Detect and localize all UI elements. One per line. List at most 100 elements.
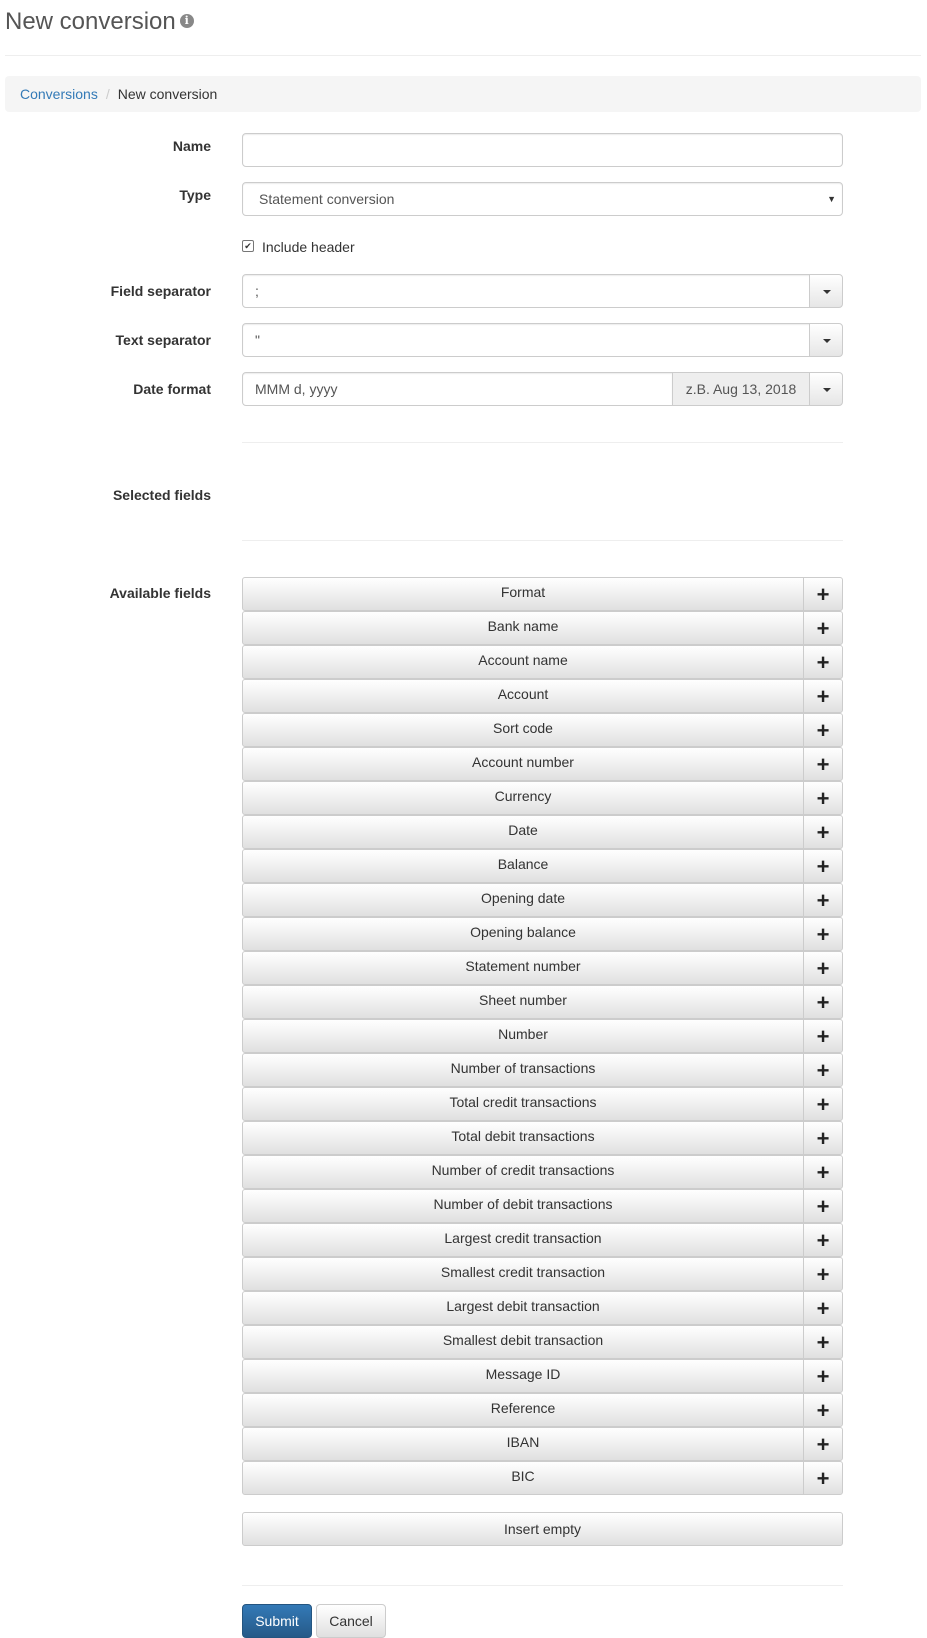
- select-arrow-icon: ▼: [827, 194, 836, 204]
- caret-down-icon: [823, 290, 831, 294]
- available-field-row: Number of debit transactions +: [242, 1189, 843, 1223]
- available-field-row: Smallest debit transaction +: [242, 1325, 843, 1359]
- available-field-button[interactable]: Account: [242, 679, 804, 713]
- plus-icon[interactable]: +: [803, 1359, 843, 1393]
- available-field-button[interactable]: Sheet number: [242, 985, 804, 1019]
- plus-icon[interactable]: +: [803, 1087, 843, 1121]
- date-format-input[interactable]: MMM d, yyyy: [242, 372, 673, 406]
- available-field-button[interactable]: IBAN: [242, 1427, 804, 1461]
- available-field-button[interactable]: Number of debit transactions: [242, 1189, 804, 1223]
- plus-icon[interactable]: +: [803, 1427, 843, 1461]
- date-format-label: Date format: [133, 381, 211, 397]
- breadcrumb: Conversions / New conversion: [5, 76, 921, 112]
- page-title-text: New conversion: [5, 8, 176, 35]
- available-field-button[interactable]: Opening date: [242, 883, 804, 917]
- available-field-row: Sheet number +: [242, 985, 843, 1019]
- include-header-label: Include header: [262, 239, 355, 255]
- plus-icon[interactable]: +: [803, 679, 843, 713]
- type-select[interactable]: Statement conversion ▼: [242, 182, 843, 216]
- plus-icon[interactable]: +: [803, 1019, 843, 1053]
- available-field-button[interactable]: Format: [242, 577, 804, 611]
- available-field-row: Number +: [242, 1019, 843, 1053]
- available-field-button[interactable]: Number: [242, 1019, 804, 1053]
- available-field-row: Reference +: [242, 1393, 843, 1427]
- plus-icon[interactable]: +: [803, 713, 843, 747]
- page-title: New conversion i: [5, 7, 194, 37]
- plus-icon[interactable]: +: [803, 1053, 843, 1087]
- available-field-button[interactable]: Bank name: [242, 611, 804, 645]
- plus-icon[interactable]: +: [803, 577, 843, 611]
- plus-icon[interactable]: +: [803, 1393, 843, 1427]
- plus-icon[interactable]: +: [803, 645, 843, 679]
- cancel-button[interactable]: Cancel: [316, 1604, 386, 1638]
- plus-icon[interactable]: +: [803, 1257, 843, 1291]
- available-field-row: IBAN +: [242, 1427, 843, 1461]
- available-field-button[interactable]: Total debit transactions: [242, 1121, 804, 1155]
- available-field-row: Sort code +: [242, 713, 843, 747]
- plus-icon[interactable]: +: [803, 951, 843, 985]
- available-field-row: Statement number +: [242, 951, 843, 985]
- available-field-row: Account +: [242, 679, 843, 713]
- available-field-button[interactable]: Number of credit transactions: [242, 1155, 804, 1189]
- divider: [242, 540, 843, 541]
- available-field-button[interactable]: Largest credit transaction: [242, 1223, 804, 1257]
- available-field-button[interactable]: Reference: [242, 1393, 804, 1427]
- plus-icon[interactable]: +: [803, 815, 843, 849]
- available-field-button[interactable]: Date: [242, 815, 804, 849]
- available-field-button[interactable]: BIC: [242, 1461, 804, 1495]
- plus-icon[interactable]: +: [803, 1223, 843, 1257]
- selected-fields-label: Selected fields: [112, 487, 211, 503]
- available-field-button[interactable]: Statement number: [242, 951, 804, 985]
- info-circle-icon[interactable]: i: [179, 13, 194, 28]
- available-field-button[interactable]: Account number: [242, 747, 804, 781]
- available-field-button[interactable]: Message ID: [242, 1359, 804, 1393]
- plus-icon[interactable]: +: [803, 781, 843, 815]
- available-field-button[interactable]: Opening balance: [242, 917, 804, 951]
- include-header-checkbox[interactable]: ✔: [242, 240, 254, 253]
- caret-down-icon: [823, 339, 831, 343]
- plus-icon[interactable]: +: [803, 917, 843, 951]
- available-field-button[interactable]: Currency: [242, 781, 804, 815]
- available-field-button[interactable]: Balance: [242, 849, 804, 883]
- available-field-row: Number of transactions +: [242, 1053, 843, 1087]
- plus-icon[interactable]: +: [803, 883, 843, 917]
- text-separator-dropdown-button[interactable]: [809, 323, 843, 357]
- available-field-row: Message ID +: [242, 1359, 843, 1393]
- available-field-button[interactable]: Largest debit transaction: [242, 1291, 804, 1325]
- breadcrumb-link-conversions[interactable]: Conversions: [20, 86, 98, 102]
- available-field-row: Smallest credit transaction +: [242, 1257, 843, 1291]
- available-field-row: Account number +: [242, 747, 843, 781]
- available-field-row: Account name +: [242, 645, 843, 679]
- plus-icon[interactable]: +: [803, 849, 843, 883]
- plus-icon[interactable]: +: [803, 1291, 843, 1325]
- submit-button[interactable]: Submit: [242, 1604, 312, 1638]
- plus-icon[interactable]: +: [803, 985, 843, 1019]
- field-separator-label: Field separator: [110, 283, 211, 299]
- available-field-row: Total debit transactions +: [242, 1121, 843, 1155]
- plus-icon[interactable]: +: [803, 1461, 843, 1495]
- field-separator-input[interactable]: ;: [242, 274, 811, 308]
- name-input[interactable]: [242, 133, 843, 167]
- available-field-button[interactable]: Total credit transactions: [242, 1087, 804, 1121]
- available-field-button[interactable]: Sort code: [242, 713, 804, 747]
- plus-icon[interactable]: +: [803, 1325, 843, 1359]
- name-label: Name: [172, 138, 211, 154]
- type-label: Type: [179, 187, 211, 203]
- breadcrumb-separator: /: [105, 86, 110, 102]
- field-separator-dropdown-button[interactable]: [809, 274, 843, 308]
- insert-empty-button[interactable]: Insert empty: [242, 1512, 843, 1546]
- text-separator-label: Text separator: [115, 332, 211, 348]
- plus-icon[interactable]: +: [803, 1189, 843, 1223]
- available-field-button[interactable]: Smallest credit transaction: [242, 1257, 804, 1291]
- plus-icon[interactable]: +: [803, 747, 843, 781]
- plus-icon[interactable]: +: [803, 1155, 843, 1189]
- available-field-row: Format +: [242, 577, 843, 611]
- available-field-button[interactable]: Smallest debit transaction: [242, 1325, 804, 1359]
- plus-icon[interactable]: +: [803, 611, 843, 645]
- available-field-button[interactable]: Account name: [242, 645, 804, 679]
- available-field-button[interactable]: Number of transactions: [242, 1053, 804, 1087]
- plus-icon[interactable]: +: [803, 1121, 843, 1155]
- page-header: New conversion i: [5, 0, 921, 56]
- text-separator-input[interactable]: ": [242, 323, 811, 357]
- date-format-dropdown-button[interactable]: [809, 372, 843, 406]
